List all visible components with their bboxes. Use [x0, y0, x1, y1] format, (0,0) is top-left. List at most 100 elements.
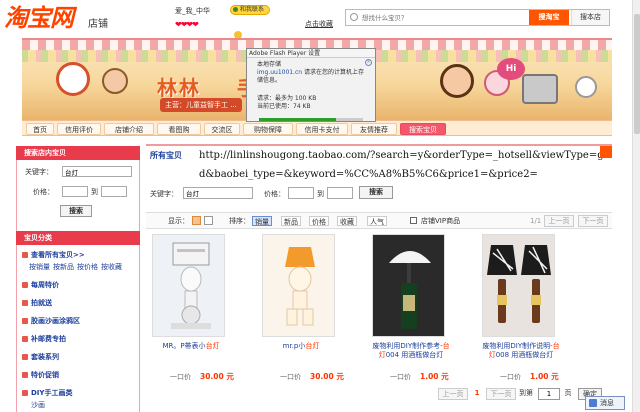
sidebar-price-max-input[interactable] — [101, 186, 127, 197]
storage-meter[interactable] — [259, 118, 363, 121]
seller-nick[interactable]: 爱_我_中华 — [175, 6, 210, 16]
category-postage[interactable]: 补邮费专拍 — [17, 333, 139, 345]
sort-by-sales-link[interactable]: 按销量 — [29, 263, 50, 271]
category-all-items[interactable]: 查看所有宝贝>> — [17, 249, 139, 261]
sort-by-price-link[interactable]: 按价格 — [77, 263, 98, 271]
sort-toolbar: 显示： 排序： 销量 新品 价格 收藏 人气 店铺VIP商品 1/1 上一页 下… — [146, 212, 612, 229]
sidebar-price-min-input[interactable] — [62, 186, 88, 197]
toolbar-next-page-button[interactable]: 下一页 — [578, 215, 608, 227]
sort-by-favorite-link[interactable]: 按收藏 — [101, 263, 122, 271]
product-name[interactable]: 废物利用DIY制作说明-台灯008 用酒瓶做台灯 — [480, 342, 562, 360]
product-name-text: MR。P帯表小 — [162, 342, 206, 350]
price-label: 一口价 — [170, 373, 191, 381]
toolbar-prev-page-button[interactable]: 上一页 — [544, 215, 574, 227]
keyword-label: 关键字： — [25, 168, 53, 176]
sort-by-new-link[interactable]: 按新品 — [53, 263, 74, 271]
display-label: 显示： — [168, 217, 189, 225]
category-list: 查看所有宝贝>> 按销量 按新品 按价格 按收藏 每周特价 拍就送 胶画沙画涂鸦区 补… — [16, 245, 140, 412]
page-number-input[interactable] — [538, 388, 560, 400]
category-sets[interactable]: 套装系列 — [17, 351, 139, 363]
nav-shop-intro[interactable]: 店铺介绍 — [104, 123, 154, 135]
product-name-highlight: 台灯 — [205, 342, 220, 350]
nav-picture-shop[interactable]: 看图购 — [157, 123, 201, 135]
dialog-request: 请求：最多为 100 KB — [257, 95, 317, 102]
brand-sub: 店铺 — [88, 19, 108, 30]
product-image[interactable] — [372, 234, 445, 337]
banner-title: 林林 — [157, 76, 201, 100]
sort-new-button[interactable]: 新品 — [281, 216, 301, 226]
nav-search-items[interactable]: 搜索宝贝 — [400, 123, 446, 135]
to-label: 到 — [91, 188, 98, 196]
sort-sales-button[interactable]: 销量 — [252, 216, 272, 226]
cartoon-kid-image — [102, 68, 128, 94]
product-name[interactable]: 废物利用DIY制作参考-台灯004 用酒瓶做台灯 — [370, 342, 452, 360]
product-name[interactable]: mr.p小台灯 — [260, 342, 342, 351]
flash-settings-dialog[interactable]: Adobe Flash Player 设置 × 本地存储 img.uu1001.… — [246, 48, 376, 122]
product-price: 1.00 元 — [530, 372, 559, 381]
search-input[interactable] — [362, 12, 512, 23]
category-diy-paint[interactable]: DIY手工画类 — [17, 387, 139, 399]
grid-view-icon[interactable] — [192, 216, 201, 225]
tab-all-items[interactable]: 所有宝贝 — [150, 150, 182, 161]
price-label: 价格： — [33, 188, 54, 196]
list-view-icon[interactable] — [204, 216, 213, 225]
price-label: 价格： — [264, 190, 285, 198]
scrollbar-thumb[interactable] — [634, 14, 640, 134]
nav-home[interactable]: 首页 — [26, 123, 54, 135]
keyword-input[interactable] — [183, 187, 253, 199]
product-name-text: mr.p小 — [282, 342, 306, 350]
category-sand-paint[interactable]: 沙画 — [17, 399, 139, 411]
product-image[interactable] — [262, 234, 335, 337]
main-filter: 关键字： 价格： 到 搜索 — [146, 185, 612, 203]
sort-price-button[interactable]: 价格 — [309, 216, 329, 226]
vip-checkbox[interactable] — [410, 217, 417, 224]
nav-rating[interactable]: 信用评价 — [57, 123, 101, 135]
product-price: 30.00 元 — [310, 372, 344, 381]
product-name-text: 008 用酒瓶做台灯 — [495, 351, 554, 359]
cartoon-kid-image — [56, 62, 90, 96]
prev-page-button[interactable]: 上一页 — [438, 388, 468, 400]
robot-image — [522, 74, 558, 104]
sidebar-keyword-input[interactable] — [62, 166, 132, 177]
collect-shop-link[interactable]: 点击收藏 — [305, 19, 333, 29]
dialog-usage: 请求：最多为 100 KB 当前已使用：74 KB — [257, 95, 369, 111]
shop-nav: 首页 信用评价 店铺介绍 看图购 交流区 购物保障 信用卡支付 友情推荐 搜索宝… — [22, 120, 612, 136]
goto-label: 到第 — [519, 389, 533, 397]
taobao-logo[interactable]: 淘宝网 店铺 — [4, 4, 134, 34]
product-price: 30.00 元 — [200, 372, 234, 381]
search-taobao-button[interactable]: 搜淘宝 — [529, 10, 569, 25]
search-icon — [350, 13, 358, 21]
price-label: 一口价 — [500, 373, 521, 381]
category-title: 宝贝分类 — [16, 231, 140, 245]
nav-forum[interactable]: 交流区 — [204, 123, 240, 135]
left-sidebar: 搜索店内宝贝 关键字： 价格： 到 搜索 宝贝分类 查看所有宝贝>> 按销量按新… — [16, 146, 140, 412]
product-image[interactable] — [482, 234, 555, 337]
wangwang-contact-button[interactable]: 和我联系 — [230, 5, 270, 15]
sidebar-search-button[interactable]: 搜索 — [60, 205, 92, 217]
price-min-input[interactable] — [288, 187, 314, 199]
search-shop-button[interactable]: 搜本店 — [571, 10, 609, 25]
sort-popularity-button[interactable]: 人气 — [367, 216, 387, 226]
product-name-highlight: 台灯 — [305, 342, 320, 350]
category-glue-sand-paint[interactable]: 胶画沙画涂鸦区 — [17, 315, 139, 327]
nav-friends[interactable]: 友情推荐 — [351, 123, 397, 135]
seller-info: 爱_我_中华 和我联系 ❤❤❤❤ 点击收藏 — [175, 5, 340, 39]
category-promotion[interactable]: 特价促销 — [17, 369, 139, 381]
sort-favorite-button[interactable]: 收藏 — [337, 216, 357, 226]
nav-credit-card[interactable]: 信用卡支付 — [296, 123, 348, 135]
nav-guarantee[interactable]: 购物保障 — [243, 123, 293, 135]
page-indicator: 1/1 — [530, 217, 542, 225]
sort-label: 排序： — [229, 217, 250, 225]
sidebar-search-title: 搜索店内宝贝 — [16, 146, 140, 160]
price-max-input[interactable] — [327, 187, 353, 199]
category-weekly-special[interactable]: 每周特价 — [17, 279, 139, 291]
category-gift[interactable]: 拍就送 — [17, 297, 139, 309]
product-name[interactable]: MR。P帯表小台灯 — [150, 342, 232, 351]
main-search-button[interactable]: 搜索 — [359, 186, 393, 199]
next-page-button[interactable]: 下一页 — [486, 388, 516, 400]
product-image[interactable] — [152, 234, 225, 337]
url-text: http://linlinshougong.taobao.com/?search… — [199, 150, 612, 180]
page-scrollbar[interactable] — [632, 0, 640, 412]
message-button[interactable]: 消息 — [585, 396, 625, 410]
dialog-message: 本地存储 img.uu1001.cn 请求在您的计算机上存储信息。 — [257, 61, 369, 85]
